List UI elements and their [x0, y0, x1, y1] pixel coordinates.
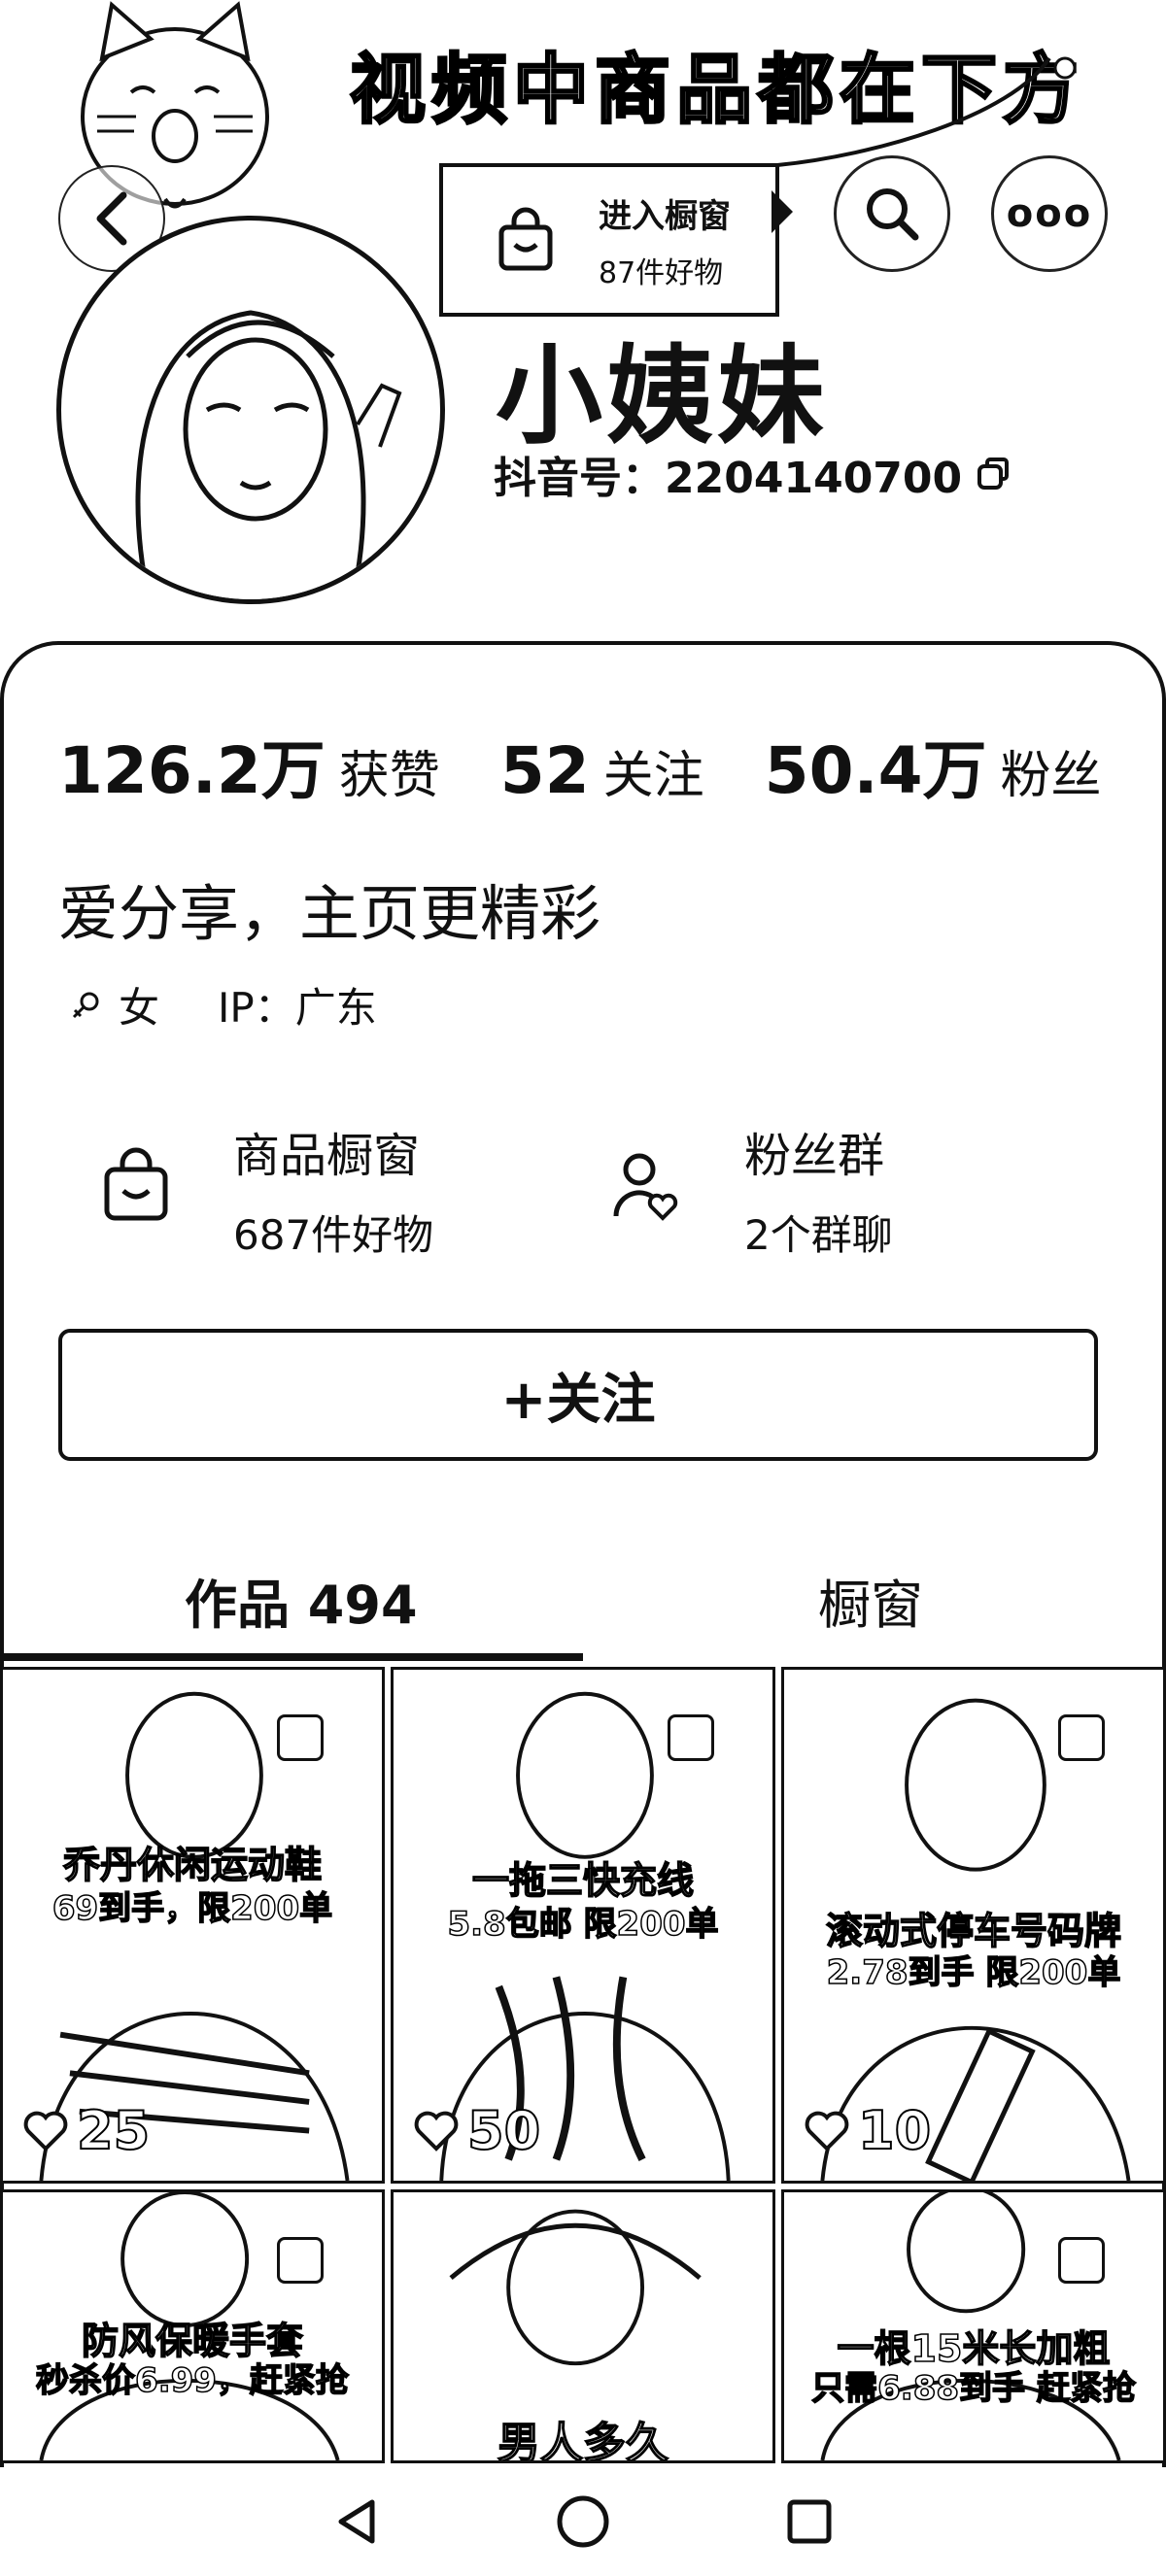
- video-thumbnail[interactable]: 乔丹休闲运动鞋 69到手，限200单 25: [0, 1667, 385, 2184]
- video-caption: 一拖三快充线: [471, 1858, 695, 1903]
- popup-arrow: [772, 190, 793, 233]
- shopping-bag-icon: [104, 1147, 168, 1221]
- fan-group-count: 2个群聊: [744, 1211, 893, 1259]
- gender-tag: 女: [70, 975, 159, 1034]
- profile-signature: 爱分享，主页更精彩: [58, 878, 601, 949]
- triangle-back-icon: [338, 2499, 375, 2544]
- video-thumbnail[interactable]: 一根15米长加粗 只需6.88到手 赶紧抢: [781, 2189, 1166, 2463]
- pinned-badge: [1058, 1714, 1105, 1761]
- active-tab-indicator: [0, 1653, 583, 1661]
- tab-works[interactable]: 作品 494: [185, 1562, 418, 1639]
- chevron-left-icon: [96, 191, 127, 246]
- pinned-badge: [277, 2237, 324, 2284]
- shopping-bag-icon: [498, 207, 553, 271]
- profile-stats: 126.2万 获赞 52 关注 50.4万 粉丝: [58, 719, 1102, 812]
- video-caption: 男人多久: [497, 2418, 669, 2463]
- video-caption-sub: 秒杀价6.99，赶紧抢: [35, 2360, 349, 2401]
- copy-icon[interactable]: [974, 455, 1012, 493]
- like-count-value: 25: [76, 2099, 151, 2162]
- followers-label[interactable]: 粉丝: [1001, 734, 1102, 807]
- heart-icon: [414, 2111, 459, 2152]
- douyin-id: 抖音号：2204140700: [494, 454, 963, 503]
- search-icon: [867, 188, 919, 241]
- followers-count[interactable]: 50.4万: [765, 719, 987, 812]
- like-count: 50: [413, 2099, 541, 2162]
- like-count: 25: [22, 2099, 151, 2162]
- shop-popup-subtitle: 87件好物: [599, 255, 724, 290]
- profile-nickname: 小姨妹: [496, 334, 828, 458]
- fan-group-title: 粉丝群: [744, 1129, 885, 1183]
- nav-recents-button[interactable]: [771, 2483, 848, 2560]
- tab-showcase[interactable]: 橱窗: [818, 1562, 923, 1639]
- gender-text: 女: [119, 984, 160, 1032]
- like-count: 10: [804, 2099, 932, 2162]
- video-caption-sub: 5.8包邮 限200单: [447, 1904, 720, 1945]
- douyin-id-row[interactable]: 抖音号：2204140700: [494, 443, 1012, 505]
- more-dots-icon: ooo: [1006, 191, 1093, 236]
- female-icon: [72, 992, 99, 1018]
- heart-icon: [23, 2111, 68, 2152]
- profile-banner: 视频中商品都在下方 ooo 进入橱窗 87件好物 小姨妹 抖音号：2204140…: [0, 0, 1166, 661]
- shop-entry-popup[interactable]: 进入橱窗 87件好物: [439, 163, 779, 317]
- following-count[interactable]: 52: [500, 733, 590, 808]
- fan-group-entry[interactable]: 粉丝群 2个群聊: [608, 1117, 893, 1262]
- avatar-portrait: [135, 310, 402, 599]
- video-thumbnail[interactable]: 防风保暖手套 秒杀价6.99，赶紧抢: [0, 2189, 385, 2463]
- follow-button[interactable]: +关注: [58, 1329, 1098, 1461]
- video-grid: 乔丹休闲运动鞋 69到手，限200单 25 一拖三快充线 5.8包邮 限200单…: [0, 1667, 1166, 2463]
- search-button[interactable]: [834, 155, 950, 272]
- video-thumbnail[interactable]: 一拖三快充线 5.8包邮 限200单 50: [391, 1667, 775, 2184]
- nav-back-button[interactable]: [318, 2483, 395, 2560]
- product-showcase-entry[interactable]: 商品橱窗 687件好物: [97, 1117, 433, 1262]
- likes-count: 126.2万: [58, 733, 326, 808]
- circle-home-icon: [557, 2495, 609, 2548]
- like-count-value: 50: [466, 2099, 541, 2162]
- video-caption-sub: 69到手，限200单: [51, 1888, 333, 1929]
- avatar[interactable]: [56, 216, 445, 604]
- shop-popup-title: 进入橱窗: [599, 196, 731, 236]
- more-button[interactable]: ooo: [991, 155, 1108, 272]
- heart-icon: [805, 2111, 849, 2152]
- likes-label: 获赞: [338, 747, 440, 805]
- showcase-count: 687件好物: [233, 1211, 434, 1259]
- pinned-badge: [1058, 2237, 1105, 2284]
- pinned-badge: [277, 1714, 324, 1761]
- like-count-value: 10: [857, 2099, 932, 2162]
- ip-location: IP：广东: [218, 984, 377, 1032]
- nav-home-button[interactable]: [544, 2483, 622, 2560]
- video-caption-sub: 只需6.88到手 赶紧抢: [810, 2368, 1136, 2409]
- user-heart-icon: [613, 1153, 678, 1221]
- video-caption: 乔丹休闲运动鞋: [62, 1843, 323, 1887]
- profile-tags: 女 IP：广东: [70, 975, 377, 1034]
- square-recents-icon: [787, 2499, 832, 2544]
- banner-headline: 视频中商品都在下方: [348, 46, 1085, 136]
- system-nav-bar: [0, 2467, 1166, 2576]
- showcase-title: 商品橱窗: [233, 1129, 421, 1183]
- video-thumbnail[interactable]: 滚动式停车号码牌 2.78到手 限200单 10: [781, 1667, 1166, 2184]
- video-thumbnail[interactable]: 男人多久: [391, 2189, 775, 2463]
- video-caption-sub: 2.78到手 限200单: [826, 1952, 1121, 1993]
- following-label[interactable]: 关注: [603, 734, 704, 807]
- pinned-badge: [668, 1714, 714, 1761]
